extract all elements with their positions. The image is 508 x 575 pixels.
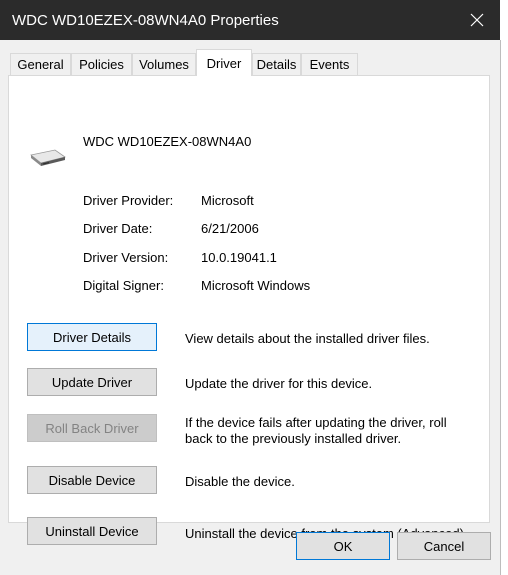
driver-panel: WDC WD10EZEX-08WN4A0 Driver Provider: Mi… [8, 75, 490, 545]
hard-drive-icon [30, 149, 66, 166]
tab-events[interactable]: Events [301, 53, 358, 75]
tab-general[interactable]: General [10, 53, 71, 75]
driver-details-button[interactable]: Driver Details [27, 323, 157, 351]
ok-button[interactable]: OK [296, 532, 390, 560]
driver-details-description: View details about the installed driver … [185, 331, 430, 346]
uninstall-device-button[interactable]: Uninstall Device [27, 517, 157, 545]
driver-date-label: Driver Date: [83, 221, 153, 236]
driver-provider-value: Microsoft [201, 193, 254, 208]
disable-device-description: Disable the device. [185, 474, 295, 489]
update-driver-description: Update the driver for this device. [185, 376, 373, 391]
tab-volumes[interactable]: Volumes [132, 53, 196, 75]
roll-back-driver-button: Roll Back Driver [27, 414, 157, 442]
device-name: WDC WD10EZEX-08WN4A0 [83, 134, 252, 149]
tab-driver[interactable]: Driver [196, 49, 252, 76]
close-button[interactable] [454, 0, 500, 40]
roll-back-driver-description: If the device fails after updating the d… [185, 415, 447, 446]
tab-policies[interactable]: Policies [71, 53, 132, 75]
driver-provider-label: Driver Provider: [83, 193, 174, 208]
driver-version-value: 10.0.19041.1 [201, 250, 277, 265]
disable-device-button[interactable]: Disable Device [27, 466, 157, 494]
driver-version-label: Driver Version: [83, 250, 169, 265]
driver-date-value: 6/21/2006 [201, 221, 259, 236]
update-driver-button[interactable]: Update Driver [27, 368, 157, 396]
close-icon [470, 13, 484, 27]
tab-details[interactable]: Details [252, 53, 301, 75]
window-title: WDC WD10EZEX-08WN4A0 Properties [12, 12, 279, 29]
digital-signer-label: Digital Signer: [83, 278, 164, 293]
digital-signer-value: Microsoft Windows [201, 278, 311, 293]
cancel-button[interactable]: Cancel [397, 532, 491, 560]
properties-dialog: General Policies Volumes Driver Details … [0, 40, 501, 575]
title-bar: WDC WD10EZEX-08WN4A0 Properties [0, 0, 500, 40]
